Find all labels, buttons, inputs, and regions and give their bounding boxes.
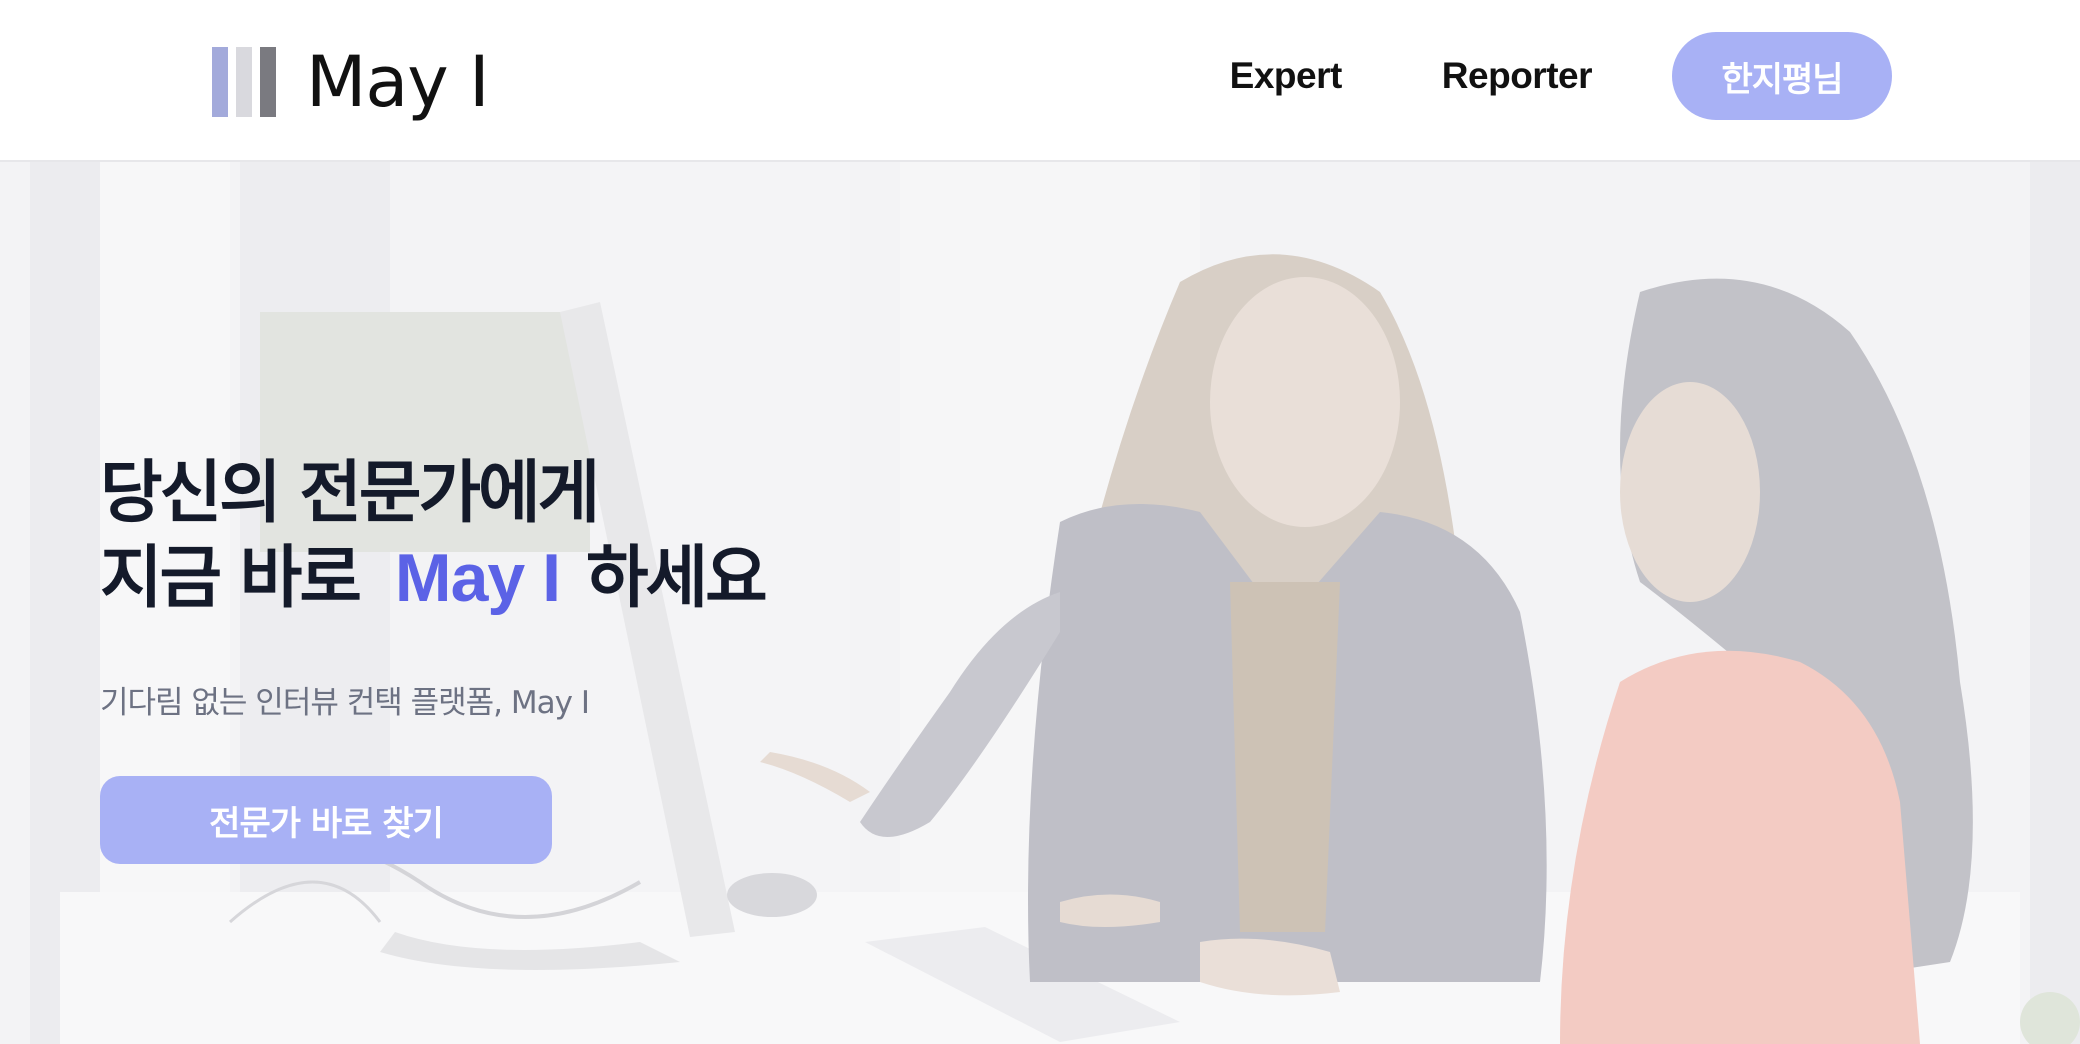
find-expert-button[interactable]: 전문가 바로 찾기 — [100, 776, 552, 864]
logo-text: May I — [306, 41, 490, 123]
main-nav: Expert Reporter 한지평님 — [1230, 32, 1892, 120]
nav-link-expert[interactable]: Expert — [1230, 55, 1343, 97]
hero-subtitle: 기다림 없는 인터뷰 컨택 플랫폼, May I — [100, 685, 590, 721]
hero-section: 당신의 전문가에게 지금 바로 May I 하세요 기다림 없는 인터뷰 컨택 플랫… — [0, 162, 2080, 1044]
logo-bar-2 — [236, 47, 252, 117]
hero-headline: 당신의 전문가에게 지금 바로 May I 하세요 — [100, 452, 768, 621]
headline-line-2-prefix: 지금 바로 — [100, 539, 362, 618]
top-navigation-bar: May I Expert Reporter 한지평님 — [0, 0, 2080, 162]
logo-mark-icon — [212, 47, 276, 117]
headline-line-1: 당신의 전문가에게 — [100, 454, 600, 533]
user-profile-button[interactable]: 한지평님 — [1672, 32, 1892, 120]
logo[interactable]: May I — [212, 41, 490, 123]
headline-brand-accent: May I — [394, 540, 561, 616]
page: May I Expert Reporter 한지평님 당신의 전문가에게 지금 … — [0, 0, 2080, 1044]
headline-line-2-suffix: 하세요 — [586, 539, 768, 618]
hero-content: 당신의 전문가에게 지금 바로 May I 하세요 기다림 없는 인터뷰 컨택 플랫… — [100, 452, 768, 864]
nav-link-reporter[interactable]: Reporter — [1442, 55, 1593, 97]
logo-bar-3 — [260, 47, 276, 117]
logo-bar-1 — [212, 47, 228, 117]
